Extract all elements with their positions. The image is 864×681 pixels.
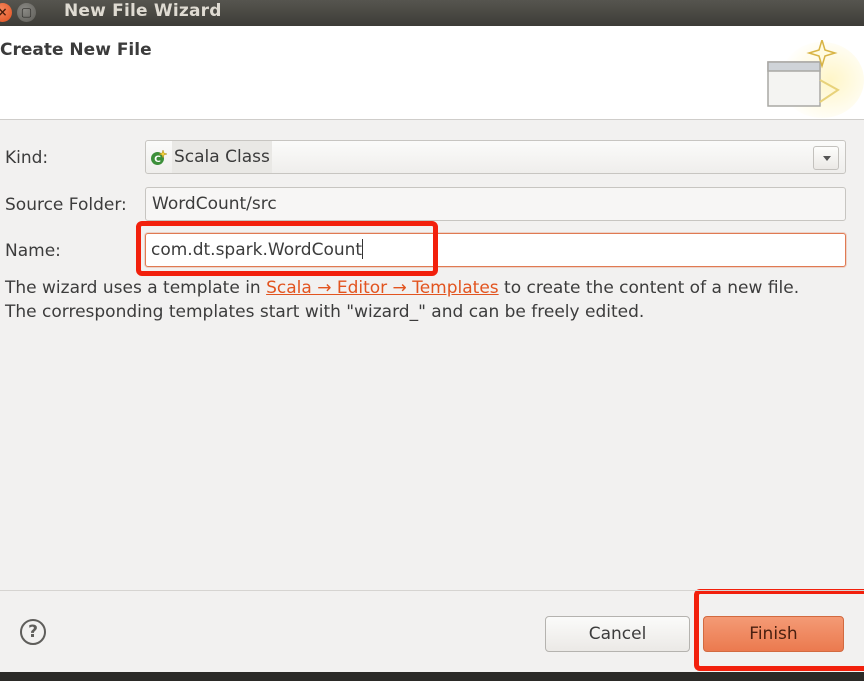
help-icon: ? [28, 622, 38, 642]
kind-value: Scala Class [172, 141, 272, 173]
kind-combo[interactable]: C Scala Class [145, 140, 846, 174]
maximize-window-button[interactable]: ▢ [17, 3, 36, 22]
template-info-text: The wizard uses a template in Scala → Ed… [5, 276, 860, 324]
close-window-button[interactable]: × [0, 3, 12, 22]
new-file-wizard-banner-icon [767, 40, 864, 118]
footer-divider [0, 590, 864, 591]
maximize-icon: ▢ [20, 5, 33, 19]
info-text-line2: The corresponding templates start with "… [5, 302, 645, 322]
chevron-down-icon[interactable] [813, 146, 839, 170]
svg-text:C: C [154, 155, 161, 165]
title-bar: × ▢ New File Wizard [0, 0, 864, 26]
source-folder-field[interactable]: WordCount/src [145, 187, 846, 221]
cancel-button[interactable]: Cancel [545, 616, 690, 652]
annotation-box-name [136, 221, 438, 276]
page-title: Create New File [0, 40, 152, 60]
source-folder-label: Source Folder: [5, 195, 127, 215]
wizard-header: Create New File [0, 26, 864, 120]
templates-preference-link[interactable]: Scala → Editor → Templates [266, 278, 499, 298]
name-label: Name: [5, 241, 61, 261]
scala-class-icon: C [151, 149, 167, 165]
info-text-prefix: The wizard uses a template in [5, 278, 267, 298]
help-button[interactable]: ? [20, 619, 46, 645]
source-folder-value: WordCount/src [152, 194, 277, 214]
kind-label: Kind: [5, 148, 49, 168]
finish-button[interactable]: Finish [703, 616, 844, 652]
info-text-suffix: to create the content of a new file. [498, 278, 800, 298]
new-file-wizard-dialog: × ▢ New File Wizard Create New File Kind… [0, 0, 864, 681]
desktop-background-strip [0, 672, 864, 681]
close-icon: × [0, 5, 8, 19]
window-title: New File Wizard [64, 1, 222, 21]
